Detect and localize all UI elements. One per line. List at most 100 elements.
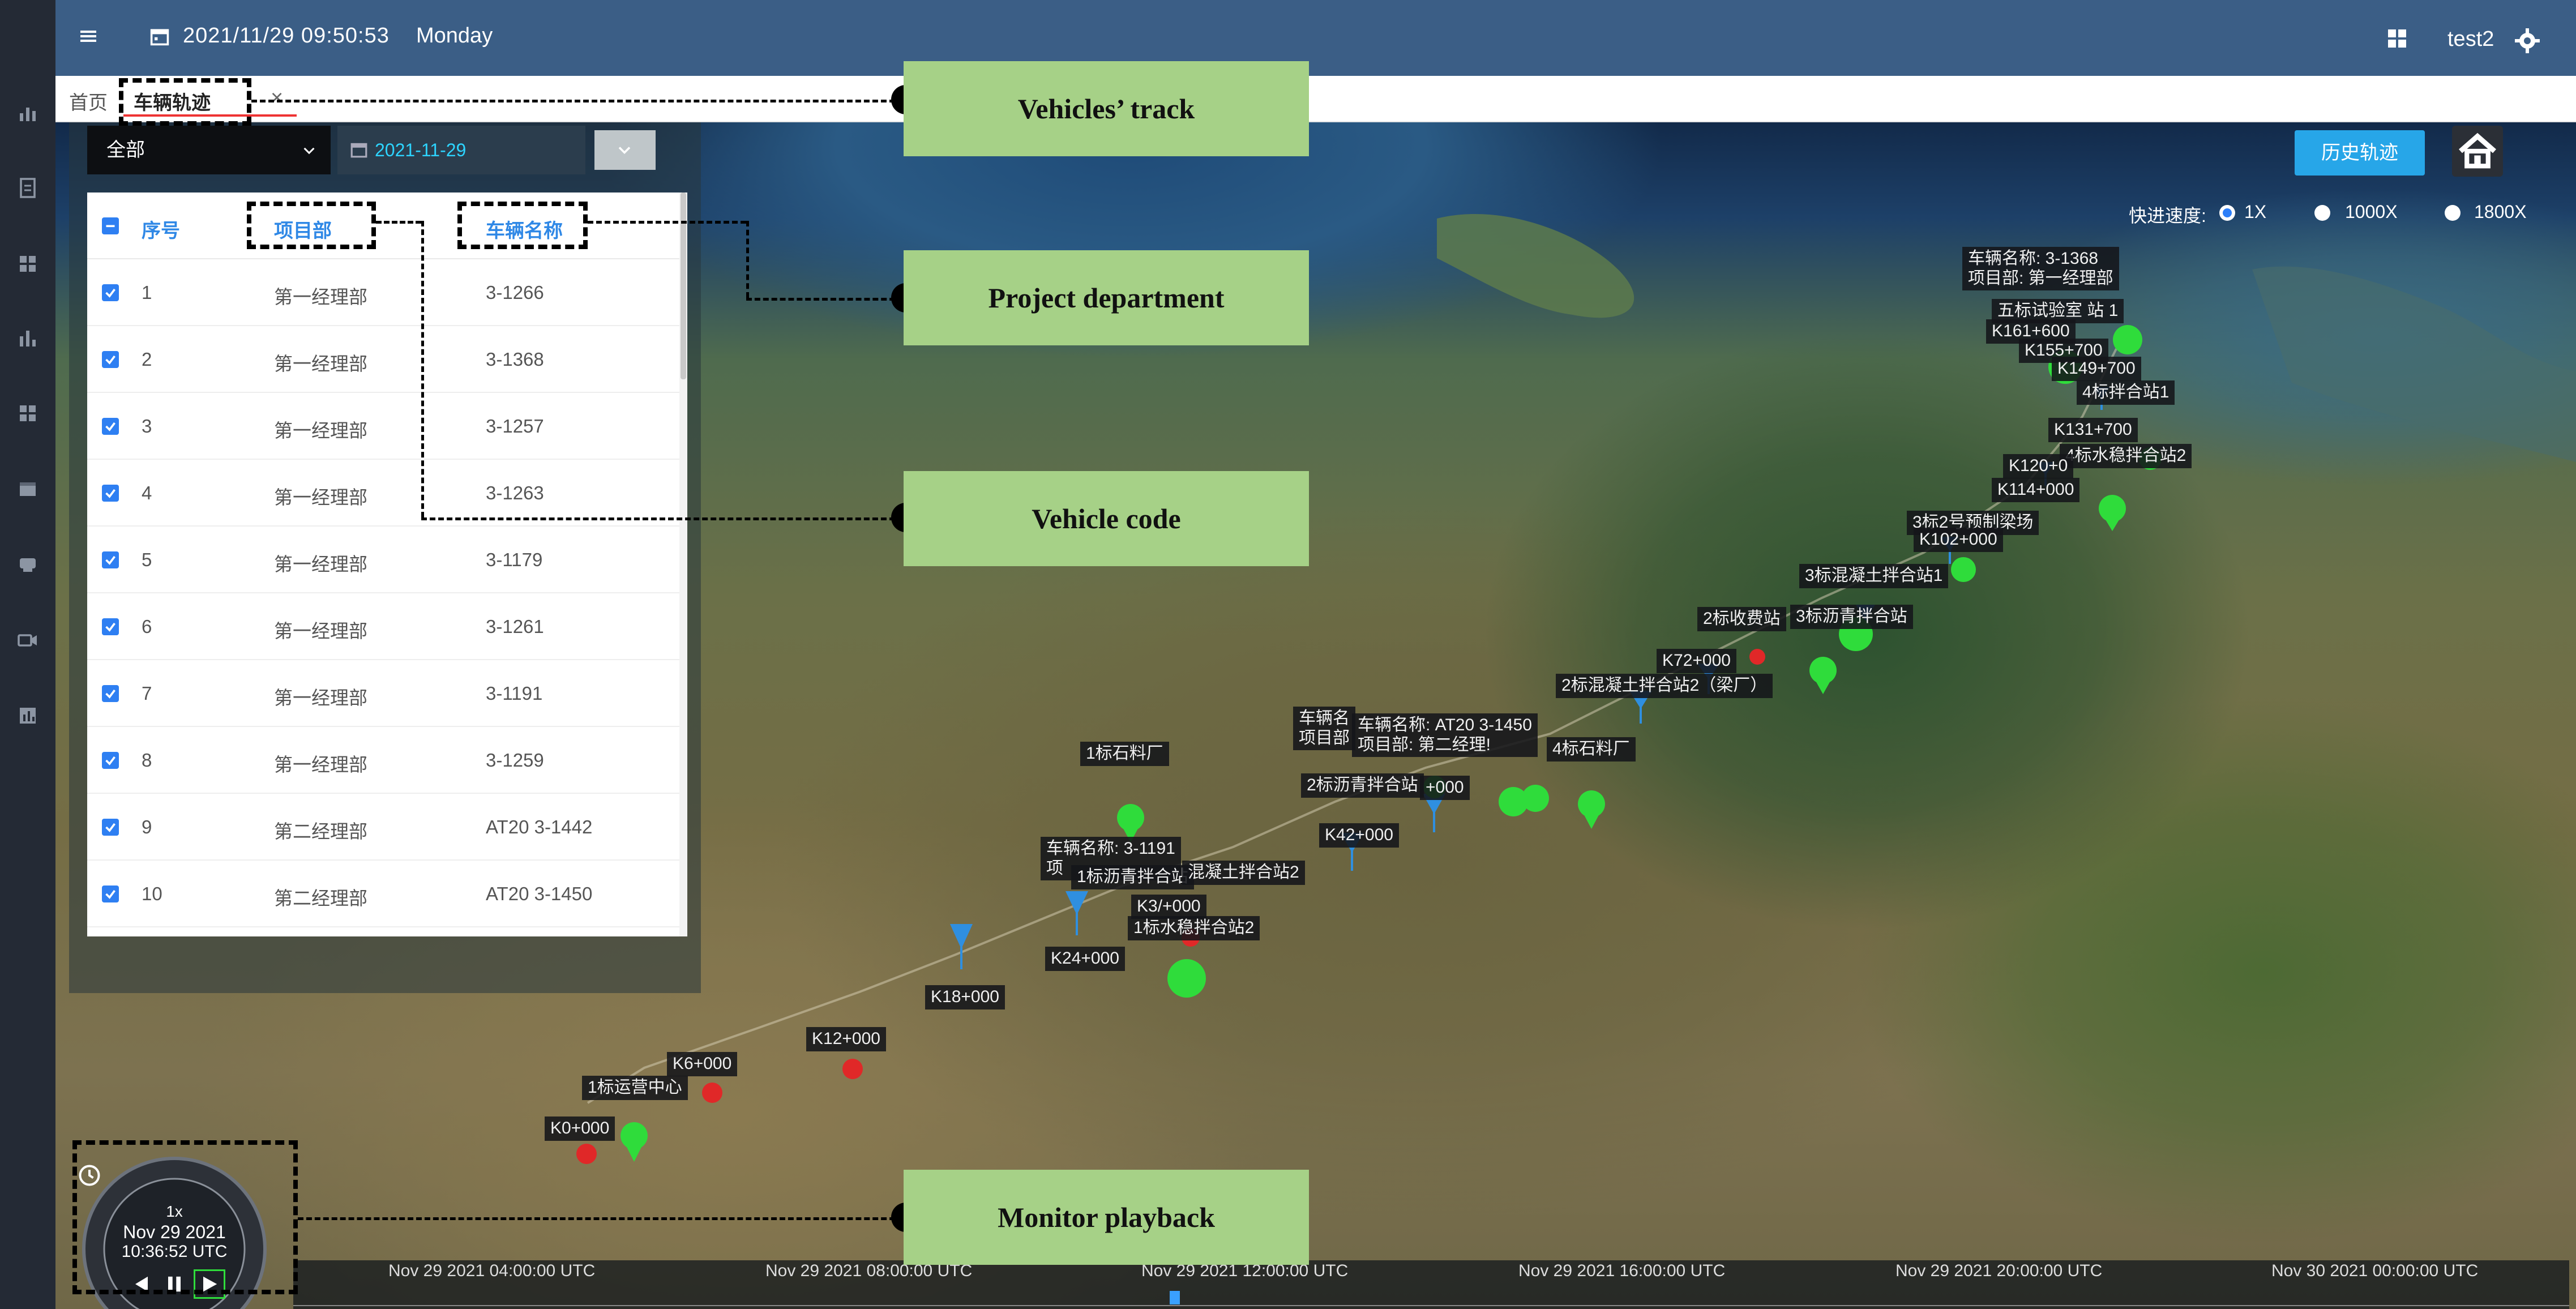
timeline-label: Nov 30 2021 00:00:00 UTC [2271,1261,2479,1280]
close-icon[interactable]: × [271,86,283,110]
map-label: 4标石料厂 [1547,737,1636,762]
row-checkbox[interactable] [102,418,119,435]
map-label: +000 [1420,776,1470,800]
map-label: K42+000 [1319,823,1399,848]
table-row[interactable]: 9 第二经理部 AT20 3-1442 [87,794,686,861]
bar-chart-icon[interactable] [16,102,39,125]
row-checkbox[interactable] [102,752,119,769]
row-checkbox[interactable] [102,284,119,301]
statistics-icon[interactable] [16,327,39,350]
highlight-box-tab [119,78,251,126]
row-department: 第一经理部 [274,353,367,374]
speed-radio-1000x[interactable] [2314,205,2330,221]
history-track-button[interactable]: 历史轨迹 [2295,130,2425,176]
speed-option-1x[interactable]: 1X [2244,202,2266,223]
annotation-project-department: Project department [904,250,1309,345]
row-checkbox[interactable] [102,351,119,368]
map-label: 1标运营中心 [582,1076,688,1100]
report-icon[interactable] [16,704,39,727]
home-icon [2459,132,2496,169]
tab-home[interactable]: 首页 [69,87,108,115]
callout-line [298,1217,904,1220]
row-index: 10 [142,883,162,904]
vehicle-tooltip-name: 车辆名称: AT20 3-1450 [1358,716,1532,734]
vehicle-tooltip-name: 车辆名 [1299,709,1350,728]
gear-icon[interactable] [2514,27,2541,54]
row-department: 第一经理部 [274,420,367,441]
screenshot-root: 2021/11/29 09:50:53 Monday test2 首页 车辆轨迹… [0,0,2576,1309]
map-label: K12+000 [806,1027,886,1051]
apps-grid-icon[interactable] [16,253,39,275]
row-vehicle-name: 3-1257 [486,416,544,437]
table-row[interactable]: 8 第一经理部 3-1259 [87,727,686,794]
current-weekday: Monday [416,24,493,48]
folder-icon[interactable] [16,478,39,500]
row-checkbox[interactable] [102,685,119,702]
vehicle-tooltip: 车辆名 项目部 [1293,707,1355,750]
timeline-cursor[interactable] [1170,1291,1180,1304]
date-dropdown-button[interactable] [594,130,656,170]
table-row[interactable]: 3 第一经理部 3-1257 [87,393,686,460]
table-row[interactable]: 10 第二经理部 AT20 3-1450 [87,861,686,927]
table-row[interactable]: 2 第一经理部 3-1368 [87,326,686,393]
callout-line [421,221,424,517]
vehicle-tooltip-name: 车辆名称: 3-1191 [1046,839,1175,858]
vehicle-tooltip: 车辆名称: 3-1368 项目部: 第一经理部 [1962,247,2119,290]
row-index: 4 [142,482,152,503]
camera-icon[interactable] [16,628,39,651]
table-row[interactable]: 7 第一经理部 3-1191 [87,660,686,727]
table-row[interactable]: 5 第一经理部 3-1179 [87,527,686,593]
document-icon[interactable] [16,177,39,199]
annotation-monitor-playback: Monitor playback [904,1170,1309,1265]
map-label: 4标拌合站1 [2077,380,2175,405]
vehicle-tooltip-dept: 项目部: 第一经理部 [1968,268,2113,288]
modules-icon[interactable] [16,402,39,425]
table-header: 序号 项目部 车辆名称 [87,192,686,259]
username[interactable]: test2 [2447,27,2494,52]
vehicle-icon[interactable] [16,554,39,576]
icon-rail [0,0,55,1309]
apps-grid-icon[interactable] [2386,27,2408,50]
table-row[interactable]: 4 第一经理部 3-1263 [87,460,686,527]
row-checkbox[interactable] [102,886,119,902]
vehicle-list-panel: 全部 2021-11-29 序号 项目部 车辆名称 1 第一经理部 3-1266… [69,122,701,993]
row-department: 第一经理部 [274,621,367,641]
home-button[interactable] [2452,126,2503,177]
map-label: K3/+000 [1131,895,1206,919]
date-input[interactable]: 2021-11-29 [337,126,585,174]
row-checkbox[interactable] [102,819,119,836]
callout-line [588,221,746,224]
row-checkbox[interactable] [102,551,119,568]
row-vehicle-name: AT20 3-1442 [486,816,593,837]
speed-radio-1800x[interactable] [2445,205,2461,221]
callout-line [746,298,904,301]
department-filter-value: 全部 [106,139,145,161]
row-vehicle-name: 3-1266 [486,282,544,303]
tab-bar: 首页 车辆轨迹 × [55,76,2576,122]
column-header-index[interactable]: 序号 [142,215,180,243]
row-index: 1 [142,282,152,303]
timeline-bar[interactable] [293,1260,2569,1309]
map-label: 1标水稳拌合站2 [1128,916,1260,940]
speed-option-1000x[interactable]: 1000X [2345,202,2398,223]
vehicle-tooltip: 车辆名称: AT20 3-1450 项目部: 第二经理! [1352,713,1538,757]
row-department: 第二经理部 [274,888,367,909]
row-checkbox[interactable] [102,618,119,635]
row-department: 第二经理部 [274,821,367,842]
table-row[interactable]: 6 第一经理部 3-1261 [87,593,686,660]
select-all-checkbox[interactable] [102,217,119,234]
top-bar: 2021/11/29 09:50:53 Monday test2 [55,0,2576,76]
menu-icon[interactable] [77,25,100,48]
speed-option-1800x[interactable]: 1800X [2474,202,2527,223]
row-department: 第一经理部 [274,687,367,708]
map-view[interactable]: 车辆名称: 3-1368 项目部: 第一经理部 五标试验室 站 1 K161+6… [55,122,2576,1309]
map-label: 2标混凝土拌合站2（梁厂） [1556,674,1773,698]
speed-radio-1x[interactable] [2219,205,2235,221]
table-row[interactable]: 1 第一经理部 3-1266 [87,259,686,326]
map-label: 1标沥青拌合站 [1071,865,1194,889]
current-datetime: 2021/11/29 09:50:53 [183,24,390,48]
date-input-value: 2021-11-29 [375,140,467,160]
department-filter-select[interactable]: 全部 [87,126,331,174]
map-label: K0+000 [545,1116,615,1141]
row-checkbox[interactable] [102,485,119,502]
